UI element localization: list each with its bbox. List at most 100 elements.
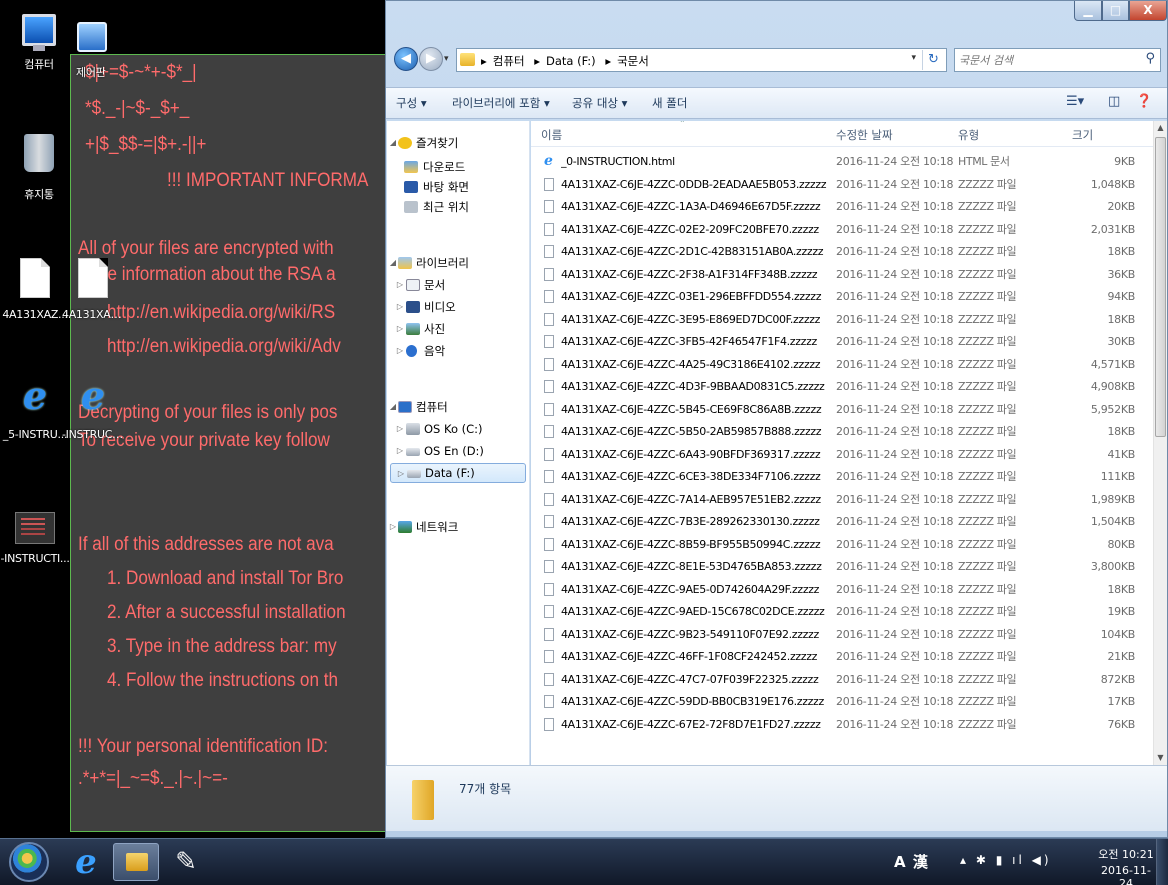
file-row[interactable]: 4A131XAZ-C6JE-4ZZC-7A14-AEB957E51EB2.zzz… (531, 489, 1153, 511)
desktop-icon-control-panel[interactable]: 제어판 (62, 22, 122, 79)
back-button[interactable]: ◀ (394, 47, 418, 71)
nav-item-drive-f[interactable]: ▷ Data (F:) (390, 463, 526, 483)
share-with-button[interactable]: 공유 대상 ▾ (572, 95, 627, 111)
file-row[interactable]: 4A131XAZ-C6JE-4ZZC-47C7-07F039F22325.zzz… (531, 669, 1153, 691)
taskbar-explorer-icon[interactable] (113, 843, 159, 881)
nav-item-pictures[interactable]: ▷ 사진 (387, 319, 528, 339)
file-row[interactable]: 4A131XAZ-C6JE-4ZZC-0DDB-2EADAAE5B053.zzz… (531, 174, 1153, 196)
expand-arrow-icon[interactable]: ▷ (395, 319, 405, 339)
address-bar[interactable]: ▸ 컴퓨터 ▸ Data (F:) ▸ 국문서 ▾ ↻ (456, 48, 947, 72)
column-header-date-modified[interactable]: 수정한 날짜 (836, 127, 893, 143)
file-row[interactable]: 4A131XAZ-C6JE-4ZZC-03E1-296EBFFDD554.zzz… (531, 286, 1153, 308)
nav-item-drive-d[interactable]: ▷ OS En (D:) (387, 441, 528, 461)
file-row[interactable]: 4A131XAZ-C6JE-4ZZC-6A43-90BFDF369317.zzz… (531, 444, 1153, 466)
forward-button[interactable]: ▶ (419, 47, 443, 71)
expand-arrow-icon[interactable]: ▷ (388, 517, 398, 537)
include-in-library-button[interactable]: 라이브러리에 포함 ▾ (452, 95, 550, 111)
vertical-scrollbar[interactable]: ▲ ▼ (1153, 121, 1167, 765)
nav-item-videos[interactable]: ▷ 비디오 (387, 297, 528, 317)
breadcrumb-item[interactable]: 컴퓨터 (493, 54, 525, 68)
file-size: 30KB (1107, 335, 1135, 348)
file-row[interactable]: 4A131XAZ-C6JE-4ZZC-9AE5-0D742604A29F.zzz… (531, 579, 1153, 601)
expand-arrow-icon[interactable]: ▷ (395, 275, 405, 295)
note-link[interactable]: http://en.wikipedia.org/wiki/Adv (107, 335, 341, 359)
expand-arrow-icon[interactable]: ▷ (395, 341, 405, 361)
nav-item-drive-c[interactable]: ▷ OS Ko (C:) (387, 419, 528, 439)
minimize-button[interactable]: ▁ (1074, 1, 1102, 21)
file-row[interactable]: 4A131XAZ-C6JE-4ZZC-9B23-549110F07E92.zzz… (531, 624, 1153, 646)
new-folder-button[interactable]: 새 폴더 (652, 95, 687, 111)
ime-indicator[interactable]: A 漢 (894, 851, 929, 872)
desktop-icon-recycle-bin[interactable]: 휴지통 (4, 134, 74, 201)
collapse-arrow-icon[interactable]: ◢ (388, 133, 398, 153)
nav-item-network[interactable]: ▷ 네트워크 (387, 517, 528, 537)
nav-item-music[interactable]: ▷ 음악 (387, 341, 528, 361)
desktop-icon-instructions-html[interactable]: e -INSTRUCTI... (62, 377, 124, 442)
file-row[interactable]: 4A131XAZ-C6JE-4ZZC-5B50-2AB59857B888.zzz… (531, 421, 1153, 443)
organize-button[interactable]: 구성 ▾ (396, 95, 427, 111)
file-row[interactable]: 4A131XAZ-C6JE-4ZZC-6CE3-38DE334F7106.zzz… (531, 466, 1153, 488)
address-dropdown-icon[interactable]: ▾ (911, 53, 916, 63)
nav-item-libraries[interactable]: ◢ 라이브러리 (387, 253, 528, 273)
note-link[interactable]: http://en.wikipedia.org/wiki/RS (107, 301, 335, 325)
desktop-icon-instructions-html[interactable]: e _5-INSTRU... (0, 377, 70, 442)
file-row[interactable]: 4A131XAZ-C6JE-4ZZC-3FB5-42F46547F1F4.zzz… (531, 331, 1153, 353)
desktop-icon-file[interactable]: 4A131XAZ... (62, 258, 124, 321)
help-icon[interactable]: ❓ (1136, 94, 1152, 109)
search-input[interactable] (959, 50, 1129, 70)
recent-pages-dropdown[interactable]: ▾ (444, 54, 449, 64)
file-row[interactable]: 4A131XAZ-C6JE-4ZZC-02E2-209FC20BFE70.zzz… (531, 219, 1153, 241)
file-row[interactable]: 4A131XAZ-C6JE-4ZZC-9AED-15C678C02DCE.zzz… (531, 601, 1153, 623)
refresh-icon[interactable]: ↻ (922, 50, 944, 70)
column-header-size[interactable]: 크기 (1072, 127, 1093, 143)
nav-item-computer[interactable]: ◢ 컴퓨터 (387, 397, 528, 417)
desktop-icon-file[interactable]: 4A131XAZ... (0, 258, 70, 321)
file-row[interactable]: 4A131XAZ-C6JE-4ZZC-8E1E-53D4765BA853.zzz… (531, 556, 1153, 578)
file-row[interactable]: 4A131XAZ-C6JE-4ZZC-59DD-BB0CB319E176.zzz… (531, 691, 1153, 713)
maximize-button[interactable]: □ (1102, 1, 1129, 21)
file-row[interactable]: 4A131XAZ-C6JE-4ZZC-4A25-49C3186E4102.zzz… (531, 354, 1153, 376)
column-header-type[interactable]: 유형 (958, 127, 979, 143)
start-button[interactable] (9, 842, 49, 882)
taskbar-internet-explorer-icon[interactable]: e (63, 843, 109, 881)
scrollbar-thumb[interactable] (1155, 137, 1166, 437)
search-icon[interactable]: ⚲ (1145, 51, 1155, 66)
clock-date[interactable]: 2016-11-24 (1095, 864, 1157, 885)
collapse-arrow-icon[interactable]: ◢ (388, 253, 398, 273)
file-row[interactable]: 4A131XAZ-C6JE-4ZZC-2F38-A1F314FF348B.zzz… (531, 264, 1153, 286)
preview-pane-icon[interactable]: ◫ (1108, 94, 1120, 109)
nav-item-recent-places[interactable]: 최근 위치 (387, 197, 528, 217)
expand-arrow-icon[interactable]: ▷ (395, 441, 405, 461)
show-desktop-button[interactable] (1156, 839, 1168, 885)
expand-arrow-icon[interactable]: ▷ (395, 297, 405, 317)
file-row[interactable]: 4A131XAZ-C6JE-4ZZC-2D1C-42B83151AB0A.zzz… (531, 241, 1153, 263)
file-row[interactable]: 4A131XAZ-C6JE-4ZZC-5B45-CE69F8C86A8B.zzz… (531, 399, 1153, 421)
nav-item-documents[interactable]: ▷ 문서 (387, 275, 528, 295)
scroll-up-arrow-icon[interactable]: ▲ (1154, 121, 1167, 135)
column-header-name[interactable]: 이름 (541, 127, 562, 143)
expand-arrow-icon[interactable]: ▷ (396, 464, 406, 484)
file-row[interactable]: 4A131XAZ-C6JE-4ZZC-8B59-BF955B50994C.zzz… (531, 534, 1153, 556)
breadcrumb-item[interactable]: Data (F:) (546, 54, 596, 68)
collapse-arrow-icon[interactable]: ◢ (388, 397, 398, 417)
taskbar-paint-icon[interactable]: ✎ (163, 843, 209, 881)
file-row[interactable]: 4A131XAZ-C6JE-4ZZC-46FF-1F08CF242452.zzz… (531, 646, 1153, 668)
file-row[interactable]: 4A131XAZ-C6JE-4ZZC-1A3A-D46946E67D5F.zzz… (531, 196, 1153, 218)
tray-icons[interactable]: ▴ ✱ ▮ ıl ◀) (960, 853, 1052, 867)
nav-item-favorites[interactable]: ◢ 즐겨찾기 (387, 133, 528, 153)
file-row[interactable]: 4A131XAZ-C6JE-4ZZC-4D3F-9BBAAD0831C5.zzz… (531, 376, 1153, 398)
breadcrumb-item[interactable]: 국문서 (617, 54, 649, 68)
close-button[interactable]: X (1129, 1, 1167, 21)
view-options-icon[interactable]: ☰▾ (1066, 94, 1084, 109)
title-bar[interactable]: ▁ □ X (386, 1, 1167, 35)
clock-time[interactable]: 오전 10:21 (1095, 846, 1157, 862)
nav-item-desktop[interactable]: 바탕 화면 (387, 177, 528, 197)
file-row[interactable]: 4A131XAZ-C6JE-4ZZC-3E95-E869ED7DC00F.zzz… (531, 309, 1153, 331)
expand-arrow-icon[interactable]: ▷ (395, 419, 405, 439)
scroll-down-arrow-icon[interactable]: ▼ (1154, 751, 1167, 765)
file-row[interactable]: 4A131XAZ-C6JE-4ZZC-67E2-72F8D7E1FD27.zzz… (531, 714, 1153, 736)
file-row[interactable]: e _0-INSTRUCTION.html 2016-11-24 오전 10:18 H… (531, 151, 1153, 173)
file-row[interactable]: 4A131XAZ-C6JE-4ZZC-7B3E-289262330130.zzz… (531, 511, 1153, 533)
desktop-icon-instructions-image[interactable]: -INSTRUCTI... (0, 512, 70, 565)
nav-item-downloads[interactable]: 다운로드 (387, 157, 528, 177)
